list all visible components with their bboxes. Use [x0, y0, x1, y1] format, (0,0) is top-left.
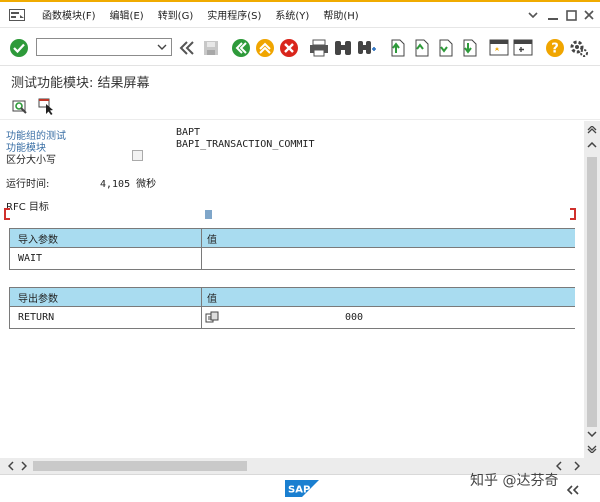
header-export-parameter: 导出参数 [10, 288, 202, 306]
shortcut-icon[interactable] [512, 37, 534, 59]
command-field[interactable] [36, 38, 172, 56]
select-cursor-icon[interactable] [36, 96, 58, 118]
display-icon[interactable] [10, 96, 32, 118]
chevron-down-icon[interactable] [155, 39, 169, 55]
vertical-scrollbar[interactable] [584, 121, 600, 458]
previous-page-icon[interactable] [410, 37, 432, 59]
export-param-value: 000 [345, 312, 364, 323]
function-module-value: BAPI_TRANSACTION_COMMIT [176, 139, 315, 150]
standard-toolbar: ? [0, 30, 600, 66]
menu-system[interactable]: 系统(Y) [275, 7, 309, 22]
menu-help[interactable]: 帮助(H) [323, 7, 358, 22]
runtime-value: 4,105 微秒 [100, 179, 157, 190]
export-parameters-table: 导出参数 值 RETURN 000 [9, 287, 575, 329]
menu-edit[interactable]: 编辑(E) [110, 7, 144, 22]
structure-details-icon[interactable] [205, 311, 219, 325]
sap-logo-text: SAP [288, 485, 310, 496]
header-import-parameter: 导入参数 [10, 229, 202, 247]
export-param-value-cell[interactable]: 000 [202, 307, 575, 328]
status-collapse-icon[interactable] [566, 485, 580, 498]
last-page-icon[interactable] [458, 37, 480, 59]
find-icon[interactable] [332, 37, 354, 59]
header-value: 值 [207, 293, 217, 305]
scroll-top-icon[interactable] [584, 123, 600, 137]
export-param-name: RETURN [10, 307, 202, 328]
function-group-value: BAPT [176, 127, 201, 138]
cancel-icon[interactable] [278, 37, 300, 59]
scroll-up-icon[interactable] [584, 138, 600, 152]
menu-utilities[interactable]: 实用程序(S) [207, 7, 261, 22]
page-title: 测试功能模块: 结果屏幕 [11, 76, 150, 91]
help-icon[interactable]: ? [544, 37, 566, 59]
menu-goto[interactable]: 转到(G) [158, 7, 194, 22]
scroll-right-end-icon[interactable] [570, 458, 584, 474]
menu-function-module[interactable]: 函数模块(F) [42, 7, 96, 22]
print-icon[interactable] [308, 37, 330, 59]
scroll-down-icon[interactable] [584, 427, 600, 441]
vertical-scroll-thumb[interactable] [587, 157, 597, 427]
table-row[interactable]: WAIT [10, 247, 575, 269]
case-sensitive-checkbox[interactable] [132, 150, 143, 161]
new-session-icon[interactable] [488, 37, 510, 59]
sap-logo: SAP [285, 480, 319, 497]
rfc-target-label: RFC 目标 [6, 202, 49, 213]
app-menu-icon[interactable] [6, 4, 28, 26]
back-icon[interactable] [230, 37, 252, 59]
watermark: 知乎 @达芬奇 [470, 473, 559, 489]
command-input[interactable] [37, 39, 155, 55]
double-chevron-left-icon[interactable] [176, 37, 198, 59]
menu-bar: 函数模块(F) 编辑(E) 转到(G) 实用程序(S) 系统(Y) 帮助(H) [0, 2, 600, 28]
exit-icon[interactable] [254, 37, 276, 59]
header-value: 值 [207, 234, 217, 246]
scroll-right-icon[interactable] [17, 458, 31, 474]
table-header-row: 导出参数 值 [10, 288, 575, 306]
scroll-left-icon[interactable] [4, 458, 18, 474]
horizontal-scroll-thumb[interactable] [33, 461, 247, 471]
application-toolbar [0, 94, 600, 120]
runtime-label: 运行时间: [6, 179, 50, 190]
selection-marker-left [4, 208, 10, 220]
case-sensitive-label: 区分大小写 [6, 155, 56, 166]
enter-check-icon[interactable] [8, 37, 30, 59]
window-menu-icon[interactable] [522, 2, 544, 28]
table-header-row: 导入参数 值 [10, 229, 575, 247]
svg-text:?: ? [551, 42, 559, 57]
main-content: 功能组的测试 BAPT 功能模块 BAPI_TRANSACTION_COMMIT… [0, 121, 584, 458]
first-page-icon[interactable] [386, 37, 408, 59]
close-window-icon[interactable] [578, 2, 600, 28]
scroll-bottom-icon[interactable] [584, 442, 600, 456]
selection-marker-right [570, 208, 576, 220]
table-row[interactable]: RETURN 000 [10, 306, 575, 328]
next-page-icon[interactable] [434, 37, 456, 59]
settings-gear-icon[interactable] [568, 37, 590, 59]
column-marker[interactable] [205, 210, 212, 219]
import-parameters-table: 导入参数 值 WAIT [9, 228, 575, 270]
find-next-icon[interactable] [356, 37, 378, 59]
import-param-value[interactable] [202, 248, 575, 269]
import-param-name: WAIT [10, 248, 202, 269]
save-icon[interactable] [200, 37, 222, 59]
